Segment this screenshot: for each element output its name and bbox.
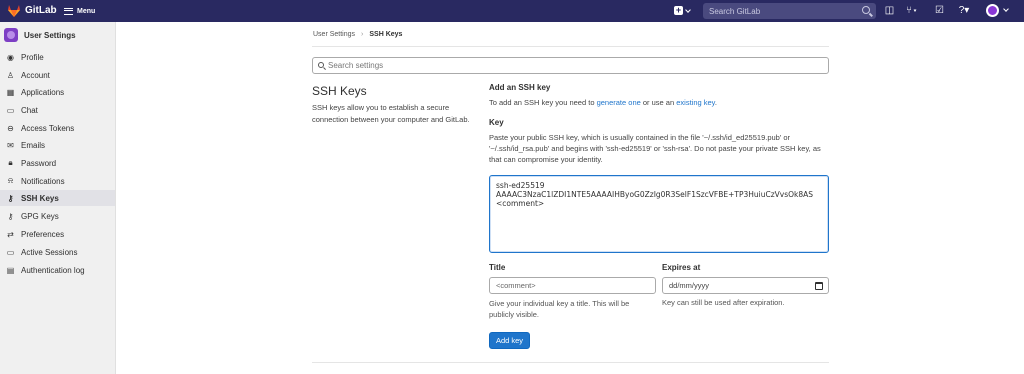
todo-icon[interactable]: ☑ <box>934 5 945 16</box>
sidebar-item-label: Active Sessions <box>21 247 78 257</box>
add-key-button[interactable]: Add key <box>489 332 530 349</box>
sidebar-item-authentication-log[interactable]: ▤ Authentication log <box>0 262 115 278</box>
sidebar-item-label: Profile <box>21 52 44 62</box>
menu-label: Menu <box>77 7 96 15</box>
calendar-icon[interactable] <box>815 282 823 290</box>
hamburger-icon <box>64 7 73 15</box>
sidebar-item-label: Password <box>21 158 57 168</box>
global-search-input[interactable]: Search GitLab <box>703 3 876 19</box>
sidebar-item-notifications[interactable]: ⍾ Notifications <box>0 173 115 189</box>
breadcrumb: User Settings › SSH Keys <box>313 31 402 38</box>
user-avatar[interactable] <box>986 4 999 17</box>
sidebar-item-label: SSH Keys <box>21 193 59 203</box>
divider <box>312 362 829 363</box>
section-title: SSH Keys <box>312 84 367 98</box>
brand-name[interactable]: GitLab <box>25 5 57 16</box>
add-key-heading: Add an SSH key <box>489 83 551 92</box>
plus-icon: + <box>674 5 683 15</box>
section-description: SSH keys allow you to establish a secure… <box>312 103 470 124</box>
divider <box>312 46 829 47</box>
key-textarea[interactable]: ssh-ed25519 AAAAC3NzaC1lZDI1NTE5AAAAIHBy… <box>489 175 829 253</box>
search-icon <box>318 62 324 68</box>
sidebar-item-account[interactable]: ♙ Account <box>0 67 115 83</box>
settings-search-input[interactable]: Search settings <box>312 57 829 74</box>
top-navbar: GitLab Menu + Search GitLab ◫ ⑂▾ ☑ ?▾ <box>0 0 1024 22</box>
sidebar-item-access-tokens[interactable]: ⊖ Access Tokens <box>0 120 115 136</box>
settings-sidebar: User Settings ◉ Profile ♙ Account ▦ Applica… <box>0 22 116 374</box>
title-label: Title <box>489 263 506 272</box>
settings-search-placeholder: Search settings <box>328 61 384 70</box>
sidebar-item-label: Access Tokens <box>21 123 75 133</box>
add-key-text: . <box>714 98 717 107</box>
sidebar-item-label: Applications <box>21 87 65 97</box>
sidebar-item-label: Chat <box>21 105 38 115</box>
bell-icon: ⍾ <box>7 176 14 185</box>
log-icon: ▤ <box>6 265 15 275</box>
sidebar-item-label: GPG Keys <box>21 211 59 221</box>
profile-icon: ◉ <box>7 52 14 62</box>
chevron-down-icon <box>685 6 691 13</box>
sidebar-item-label: Notifications <box>21 176 65 186</box>
sidebar-item-label: Emails <box>21 140 46 150</box>
generate-one-link[interactable]: generate one <box>597 98 641 107</box>
sidebar-item-ssh-keys[interactable]: ⚷ SSH Keys <box>0 190 115 206</box>
title-input[interactable]: <comment> <box>489 277 656 294</box>
search-icon <box>862 6 870 14</box>
sidebar-item-chat[interactable]: ▭ Chat <box>0 102 115 118</box>
chat-icon: ▭ <box>6 105 15 115</box>
sidebar-item-label: Authentication log <box>21 265 85 275</box>
sidebar-item-emails[interactable]: ✉ Emails <box>0 137 115 153</box>
expires-label: Expires at <box>662 263 701 272</box>
sidebar-item-preferences[interactable]: ⇄ Preferences <box>0 226 115 242</box>
key-help-text: Paste your public SSH key, which is usua… <box>489 133 821 164</box>
sidebar-item-label: Preferences <box>21 229 65 239</box>
existing-key-link[interactable]: existing key <box>676 98 715 107</box>
preferences-icon: ⇄ <box>7 229 14 239</box>
gitlab-logo-icon[interactable] <box>7 4 21 18</box>
avatar <box>4 28 18 42</box>
applications-icon: ▦ <box>6 87 15 97</box>
expires-value: dd/mm/yyyy <box>669 281 710 290</box>
breadcrumb-separator: › <box>361 31 364 38</box>
account-icon: ♙ <box>6 70 15 80</box>
help-icon[interactable]: ?▾ <box>955 5 973 16</box>
sidebar-item-label: Account <box>21 70 50 80</box>
sidebar-item-password[interactable]: 🔒︎ Password <box>0 155 115 171</box>
sidebar-item-gpg-keys[interactable]: ⚷ GPG Keys <box>0 208 115 224</box>
issues-icon[interactable]: ◫ <box>884 5 895 16</box>
sidebar-header[interactable]: User Settings <box>4 28 76 42</box>
monitor-icon: ▭ <box>6 247 15 257</box>
add-key-description: To add an SSH key you need to generate o… <box>489 98 717 107</box>
search-placeholder: Search GitLab <box>709 6 761 16</box>
new-dropdown-button[interactable]: + <box>674 5 691 15</box>
key-label: Key <box>489 118 504 127</box>
add-key-text: To add an SSH key you need to <box>489 98 597 107</box>
expires-help-text: Key can still be used after expiration. <box>662 298 785 307</box>
add-key-text: or use an <box>640 98 677 107</box>
breadcrumb-parent[interactable]: User Settings <box>313 31 355 38</box>
sidebar-item-active-sessions[interactable]: ▭ Active Sessions <box>0 244 115 260</box>
token-icon: ⊖ <box>7 123 14 133</box>
chevron-down-icon[interactable] <box>1003 6 1009 12</box>
title-help-text: Give your individual key a title. This w… <box>489 299 630 319</box>
lock-icon: 🔒︎ <box>8 158 13 167</box>
sidebar-item-applications[interactable]: ▦ Applications <box>0 84 115 100</box>
email-icon: ✉ <box>7 140 14 150</box>
key-icon: ⚷ <box>7 211 14 221</box>
key-icon: ⚷ <box>7 193 14 203</box>
merge-request-icon[interactable]: ⑂▾ <box>903 5 921 16</box>
sidebar-title: User Settings <box>24 30 76 40</box>
breadcrumb-current[interactable]: SSH Keys <box>369 31 402 38</box>
expires-date-input[interactable]: dd/mm/yyyy <box>662 277 829 294</box>
menu-button[interactable]: Menu <box>64 4 95 18</box>
sidebar-item-profile[interactable]: ◉ Profile <box>0 49 115 65</box>
